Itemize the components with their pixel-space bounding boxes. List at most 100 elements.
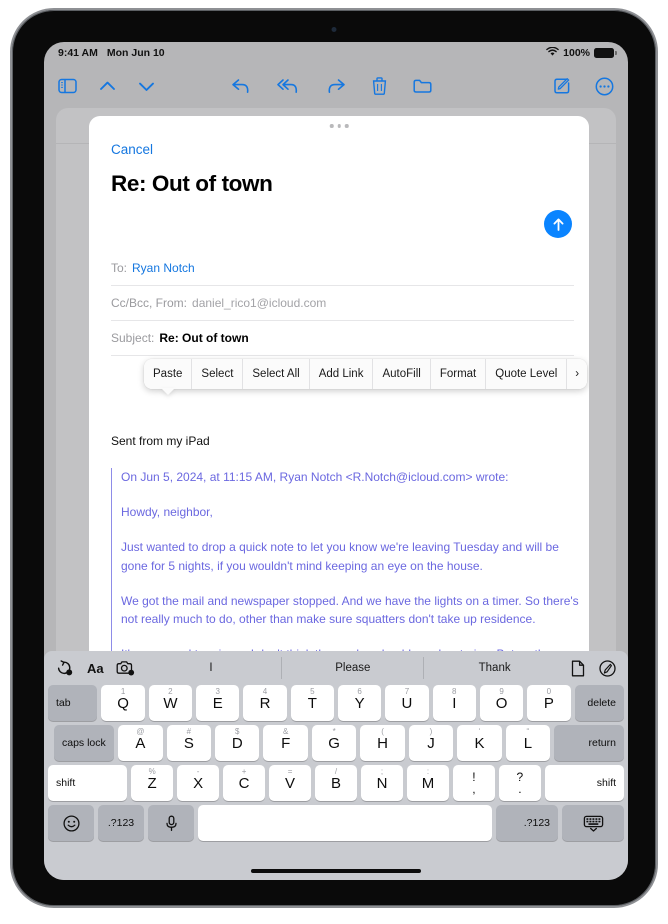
ccbcc-from-field-row[interactable]: Cc/Bcc, From: daniel_rico1@icloud.com bbox=[111, 286, 574, 321]
folder-icon[interactable] bbox=[413, 78, 432, 94]
dictation-icon[interactable] bbox=[148, 805, 194, 841]
key-r[interactable]: 4R bbox=[243, 685, 287, 721]
key-o-label: O bbox=[495, 694, 508, 712]
key-numbers-left[interactable]: .?123 bbox=[98, 805, 144, 841]
key-p[interactable]: 0P bbox=[527, 685, 571, 721]
from-address-value[interactable]: daniel_rico1@icloud.com bbox=[192, 296, 326, 310]
prediction-candidate-2[interactable]: Please bbox=[281, 657, 423, 679]
status-bar: 9:41 AM Mon Jun 10 100% bbox=[44, 42, 628, 64]
key-s[interactable]: # S bbox=[166, 725, 212, 761]
key-p-label: P bbox=[543, 694, 554, 712]
status-bar-left: 9:41 AM Mon Jun 10 bbox=[58, 47, 165, 59]
subject-field-row[interactable]: Subject: Re: Out of town bbox=[111, 321, 574, 356]
key-e[interactable]: 3E bbox=[196, 685, 240, 721]
prediction-candidate-3[interactable]: Thank bbox=[423, 657, 565, 679]
send-button[interactable] bbox=[544, 210, 572, 238]
key-v[interactable]: = V bbox=[269, 765, 312, 801]
key-shift-right[interactable]: shift bbox=[544, 765, 625, 801]
key-x-alt: - bbox=[196, 767, 200, 776]
quoted-message-body[interactable]: On Jun 5, 2024, at 11:15 AM, Ryan Notch … bbox=[111, 468, 581, 664]
key-t[interactable]: 5T bbox=[290, 685, 334, 721]
key-z[interactable]: % Z bbox=[131, 765, 174, 801]
key-l[interactable]: “L bbox=[505, 725, 551, 761]
menu-item-autofill[interactable]: AutoFill bbox=[373, 359, 431, 389]
menu-item-select[interactable]: Select bbox=[192, 359, 244, 389]
key-c-alt: + bbox=[241, 767, 247, 776]
dismiss-keyboard-icon[interactable] bbox=[562, 805, 624, 841]
key-shift-left[interactable]: shift bbox=[48, 765, 128, 801]
key-a-label: A bbox=[135, 734, 146, 752]
key-n-label: N bbox=[376, 774, 388, 792]
prediction-candidate-1[interactable]: I bbox=[141, 657, 282, 679]
cancel-button[interactable]: Cancel bbox=[111, 142, 153, 157]
undo-badge-icon[interactable] bbox=[56, 660, 73, 676]
reply-icon[interactable] bbox=[231, 77, 251, 95]
key-c[interactable]: + C bbox=[223, 765, 266, 801]
key-c-label: C bbox=[238, 774, 250, 792]
key-w[interactable]: 2W bbox=[148, 685, 193, 721]
key-i[interactable]: 8I bbox=[432, 685, 476, 721]
key-b[interactable]: / B bbox=[315, 765, 357, 801]
chevron-down-icon[interactable] bbox=[138, 80, 155, 93]
key-j[interactable]: ) J bbox=[408, 725, 454, 761]
emoji-icon[interactable] bbox=[48, 805, 94, 841]
chevron-up-icon[interactable] bbox=[99, 80, 116, 93]
camera-badge-icon[interactable] bbox=[116, 660, 135, 676]
quote-line: Howdy, neighbor, bbox=[121, 505, 213, 520]
key-k[interactable]: ‘K bbox=[457, 725, 502, 761]
subject-field-value[interactable]: Re: Out of town bbox=[159, 331, 248, 345]
key-numbers-right[interactable]: .?123 bbox=[496, 805, 558, 841]
menu-item-add-link[interactable]: Add Link bbox=[309, 359, 374, 389]
edit-menu-pointer bbox=[161, 388, 175, 395]
ellipsis-circle-icon[interactable] bbox=[595, 77, 614, 96]
menu-next-chevron-icon[interactable]: › bbox=[567, 359, 588, 389]
key-n[interactable]: ; N bbox=[361, 765, 403, 801]
menu-item-format[interactable]: Format bbox=[430, 359, 487, 389]
text-format-label[interactable]: Aa bbox=[87, 661, 104, 676]
sheet-grabber[interactable] bbox=[329, 124, 349, 128]
key-t-label: T bbox=[307, 694, 317, 712]
key-d-label: D bbox=[231, 734, 243, 752]
signature-text[interactable]: Sent from my iPad bbox=[111, 434, 210, 448]
key-o[interactable]: 9O bbox=[479, 685, 524, 721]
menu-item-quote-level[interactable]: Quote Level bbox=[486, 359, 568, 389]
status-bar-right: 100% bbox=[546, 46, 617, 60]
key-r-label: R bbox=[259, 694, 271, 712]
key-space[interactable] bbox=[198, 805, 492, 841]
trash-icon[interactable] bbox=[372, 77, 387, 95]
key-s-alt: # bbox=[186, 727, 192, 736]
page-title: Re: Out of town bbox=[111, 171, 273, 196]
key-a[interactable]: @ A bbox=[118, 725, 163, 761]
key-d-alt: $ bbox=[235, 727, 240, 736]
key-caps-lock[interactable]: caps lock bbox=[54, 725, 115, 761]
key-delete[interactable]: delete bbox=[574, 685, 624, 721]
markup-pen-icon[interactable] bbox=[599, 659, 616, 677]
key-return[interactable]: return bbox=[554, 725, 624, 761]
key-y[interactable]: 6Y bbox=[338, 685, 382, 721]
key-u[interactable]: 7U bbox=[385, 685, 429, 721]
key-comma[interactable]: !, bbox=[452, 765, 495, 801]
key-period[interactable]: ?. bbox=[498, 765, 541, 801]
menu-item-paste[interactable]: Paste bbox=[144, 359, 193, 389]
key-g[interactable]: * G bbox=[311, 725, 357, 761]
key-p-alt: 0 bbox=[546, 687, 552, 696]
compose-icon[interactable] bbox=[553, 77, 571, 95]
forward-icon[interactable] bbox=[326, 77, 346, 95]
mail-toolbar bbox=[44, 64, 628, 108]
menu-item-select-all[interactable]: Select All bbox=[243, 359, 310, 389]
key-tab[interactable]: tab bbox=[48, 685, 98, 721]
sidebar-toggle-icon[interactable] bbox=[58, 78, 77, 94]
reply-all-icon[interactable] bbox=[277, 77, 300, 95]
key-x[interactable]: -X bbox=[177, 765, 220, 801]
key-q[interactable]: 1Q bbox=[101, 685, 145, 721]
wifi-icon bbox=[546, 46, 559, 60]
key-d[interactable]: $ D bbox=[215, 725, 260, 761]
key-h[interactable]: (H bbox=[360, 725, 405, 761]
to-field-recipient[interactable]: Ryan Notch bbox=[132, 261, 195, 275]
to-field-label: To: bbox=[111, 261, 128, 275]
predictive-text-bar: Aa I Please Thank bbox=[44, 651, 628, 685]
key-f[interactable]: & F bbox=[263, 725, 308, 761]
document-icon[interactable] bbox=[571, 660, 585, 677]
key-m[interactable]: :M bbox=[406, 765, 449, 801]
to-field-row[interactable]: To: Ryan Notch bbox=[111, 251, 574, 286]
